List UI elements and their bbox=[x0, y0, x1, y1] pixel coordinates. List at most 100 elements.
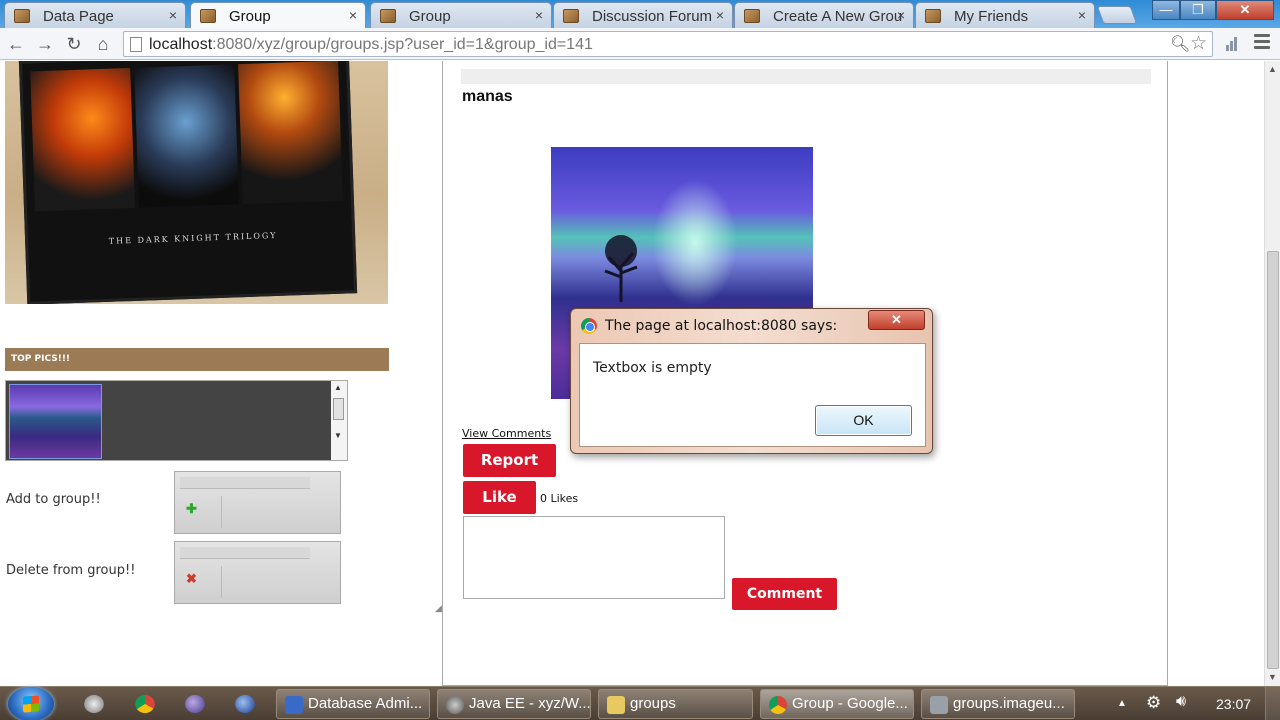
tree-silhouette bbox=[604, 235, 638, 302]
tab-group-active[interactable]: Group × bbox=[190, 2, 366, 29]
page-favicon-icon bbox=[200, 9, 216, 23]
search-icon[interactable]: 🔍︎ bbox=[1170, 34, 1190, 54]
comment-button[interactable]: Comment bbox=[732, 578, 837, 610]
reload-icon[interactable]: ↻ bbox=[63, 33, 85, 55]
comment-textarea[interactable] bbox=[463, 516, 725, 599]
taskbar-item-label: Database Admi... bbox=[308, 695, 423, 712]
post-header-bar bbox=[461, 69, 1151, 84]
page-scrollbar[interactable]: ▲ ▼ bbox=[1264, 61, 1280, 686]
taskbar-item-groups-folder[interactable]: groups bbox=[598, 689, 753, 719]
taskbar-item-label: Java EE - xyz/W... bbox=[469, 695, 591, 712]
view-comments-link[interactable]: View Comments bbox=[462, 427, 551, 440]
scroll-down-icon[interactable]: ▼ bbox=[334, 431, 342, 440]
page-favicon-icon bbox=[14, 9, 30, 23]
dialog-body: Textbox is empty OK bbox=[579, 343, 926, 447]
poster-caption: THE DARK KNIGHT TRILOGY bbox=[108, 230, 278, 246]
pinned-app-icon[interactable] bbox=[235, 694, 255, 714]
extension-icon[interactable] bbox=[1226, 36, 1242, 52]
add-to-group-box[interactable]: ✚ bbox=[174, 471, 341, 534]
delete-from-group-label: Delete from group!! bbox=[6, 563, 136, 578]
resize-grip-icon[interactable]: ◢ bbox=[435, 603, 442, 614]
dialog-close-button[interactable]: ✕ bbox=[868, 310, 925, 330]
eclipse-pinned-icon[interactable] bbox=[185, 694, 205, 714]
minimize-button[interactable]: — bbox=[1152, 0, 1180, 20]
pinned-app-icon[interactable] bbox=[84, 694, 104, 714]
bookmark-star-icon[interactable]: ☆ bbox=[1190, 32, 1207, 55]
eclipse-icon bbox=[446, 696, 464, 714]
taskbar-item-label: groups.imageu... bbox=[953, 695, 1065, 712]
tab-label: Group bbox=[409, 8, 451, 25]
address-bar[interactable]: localhost:8080/xyz/group/groups.jsp?user… bbox=[123, 31, 1213, 57]
tab-label: My Friends bbox=[954, 8, 1029, 25]
poster-panel bbox=[30, 67, 136, 212]
delete-from-group-box[interactable]: ✖ bbox=[174, 541, 341, 604]
tab-close-icon[interactable]: × bbox=[716, 7, 724, 23]
tab-discussion-forum[interactable]: Discussion Forum × bbox=[553, 2, 733, 28]
windows-logo-icon bbox=[23, 695, 39, 713]
tab-data-page[interactable]: Data Page × bbox=[4, 2, 186, 28]
poster-panel bbox=[134, 64, 239, 208]
post-author: manas bbox=[462, 88, 513, 105]
maximize-button[interactable]: ❐ bbox=[1180, 0, 1216, 20]
tab-my-friends[interactable]: My Friends × bbox=[915, 2, 1095, 28]
menu-icon[interactable] bbox=[1254, 34, 1270, 52]
clock[interactable]: 23:07 bbox=[1216, 696, 1251, 712]
likes-count: 0 Likes bbox=[540, 492, 579, 505]
delete-select-field[interactable] bbox=[180, 547, 310, 559]
chrome-icon bbox=[581, 318, 597, 334]
page-favicon-icon bbox=[563, 9, 579, 23]
forward-icon[interactable]: → bbox=[34, 33, 56, 55]
poster-panel bbox=[238, 61, 343, 205]
taskbar-item-image-upload[interactable]: groups.imageu... bbox=[921, 689, 1075, 719]
scroll-up-icon[interactable]: ▲ bbox=[1268, 64, 1277, 74]
tab-create-new-group[interactable]: Create A New Grou × bbox=[734, 2, 914, 28]
ok-button[interactable]: OK bbox=[815, 405, 912, 436]
taskbar: Database Admi... Java EE - xyz/W... grou… bbox=[0, 686, 1280, 720]
top-pic-thumbnail[interactable] bbox=[9, 384, 102, 459]
start-button[interactable] bbox=[8, 687, 54, 720]
volume-icon[interactable]: 🔊︎ bbox=[1176, 693, 1186, 711]
page-icon bbox=[130, 37, 142, 52]
tab-close-icon[interactable]: × bbox=[169, 7, 177, 23]
top-pics-list[interactable]: ▲ ▼ bbox=[5, 380, 348, 461]
taskbar-item-label: Group - Google... bbox=[792, 695, 908, 712]
alert-dialog: The page at localhost:8080 says: ✕ Textb… bbox=[570, 308, 933, 454]
browser-toolbar: ← → ↻ ⌂ localhost:8080/xyz/group/groups.… bbox=[0, 28, 1280, 60]
scroll-up-icon[interactable]: ▲ bbox=[334, 383, 342, 392]
close-window-button[interactable]: ✕ bbox=[1216, 0, 1274, 20]
tab-label: Group bbox=[229, 8, 271, 25]
new-tab-button[interactable] bbox=[1096, 6, 1138, 24]
top-pics-scrollbar[interactable]: ▲ ▼ bbox=[331, 381, 347, 460]
delete-icon[interactable]: ✖ bbox=[186, 571, 197, 587]
taskbar-item-chrome-group[interactable]: Group - Google... bbox=[760, 689, 914, 719]
tool-icon bbox=[930, 696, 948, 714]
show-hidden-icons-icon[interactable]: ▲ bbox=[1117, 698, 1127, 709]
taskbar-item-database-admin[interactable]: Database Admi... bbox=[276, 689, 430, 719]
show-desktop-button[interactable] bbox=[1265, 687, 1280, 720]
settings-gear-icon[interactable]: ⚙ bbox=[1146, 693, 1161, 713]
like-button[interactable]: Like bbox=[463, 481, 536, 514]
group-cover-image: THE DARK KNIGHT TRILOGY bbox=[5, 61, 388, 304]
tab-group[interactable]: Group × bbox=[370, 2, 552, 28]
url-text[interactable]: localhost:8080/xyz/group/groups.jsp?user… bbox=[149, 36, 593, 54]
scroll-thumb[interactable] bbox=[333, 398, 344, 420]
scroll-thumb[interactable] bbox=[1267, 251, 1279, 669]
top-pics-header: TOP PICS!!! bbox=[5, 348, 389, 371]
divider bbox=[221, 566, 222, 598]
browser-tab-strip: Data Page × Group × Group × Discussion F… bbox=[0, 0, 1280, 29]
tab-label: Data Page bbox=[43, 8, 114, 25]
tab-close-icon[interactable]: × bbox=[1078, 7, 1086, 23]
home-icon[interactable]: ⌂ bbox=[92, 33, 114, 55]
report-button[interactable]: Report bbox=[463, 444, 556, 477]
add-icon[interactable]: ✚ bbox=[186, 501, 197, 517]
scroll-down-icon[interactable]: ▼ bbox=[1268, 672, 1277, 682]
tab-close-icon[interactable]: × bbox=[349, 7, 357, 23]
taskbar-item-java-ee[interactable]: Java EE - xyz/W... bbox=[437, 689, 591, 719]
back-icon[interactable]: ← bbox=[5, 33, 27, 55]
tab-close-icon[interactable]: × bbox=[535, 7, 543, 23]
tab-close-icon[interactable]: × bbox=[897, 7, 905, 23]
folder-icon bbox=[607, 696, 625, 714]
chrome-icon bbox=[769, 696, 787, 714]
add-select-field[interactable] bbox=[180, 477, 310, 489]
chrome-pinned-icon[interactable] bbox=[135, 694, 155, 714]
